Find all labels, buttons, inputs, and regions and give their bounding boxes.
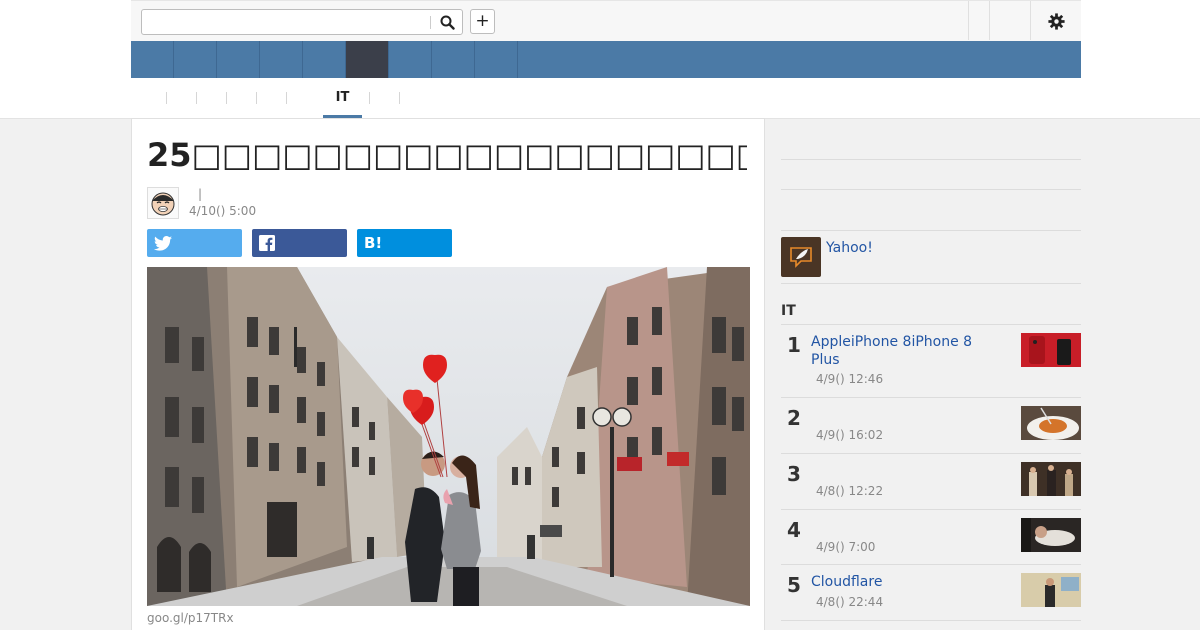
toolbar-divider — [989, 1, 990, 40]
nav-item[interactable] — [389, 41, 432, 78]
avatar-face-icon — [151, 192, 175, 216]
subtab[interactable] — [257, 78, 286, 119]
hatena-bookmark-button[interactable]: B! — [357, 229, 452, 257]
top-toolbar: + — [131, 0, 1081, 41]
nav-item[interactable] — [174, 41, 217, 78]
photo-credit[interactable]: goo.gl/p17TRx — [147, 611, 234, 625]
subtab[interactable] — [370, 78, 399, 119]
sidebar-divider — [781, 189, 1081, 190]
author-avatar[interactable] — [147, 187, 179, 219]
search-divider — [430, 16, 431, 29]
quill-speech-icon — [790, 247, 812, 268]
article-panel: 25□□□□□□□□□□□□□□□□□□□□□□□□□□□□□□ | 4/10(… — [131, 118, 765, 630]
sidebar-divider — [781, 283, 1081, 284]
gear-icon — [1047, 12, 1065, 30]
rank-thumbnail[interactable] — [1021, 333, 1081, 367]
rank-thumbnail[interactable] — [1021, 406, 1081, 440]
search-box[interactable] — [141, 9, 463, 35]
article-photo — [147, 267, 750, 606]
nav-item[interactable] — [131, 41, 174, 78]
yahoo-author-icon[interactable] — [781, 237, 821, 277]
toolbar-divider — [1030, 1, 1031, 40]
article-title: 25□□□□□□□□□□□□□□□□□□□□□□□□□□□□□□ — [147, 136, 747, 174]
sidebar: Yahoo! IT 1 AppleiPhone 8iPhone 8 Plus 4… — [781, 118, 1081, 630]
rank-thumbnail[interactable] — [1021, 462, 1081, 496]
subtab[interactable] — [227, 78, 256, 119]
rank-thumbnail[interactable] — [1021, 573, 1081, 607]
search-input[interactable] — [146, 13, 426, 31]
rank-date: 4/8() 12:22 — [816, 484, 884, 498]
facebook-icon — [259, 235, 275, 251]
rank-date: 4/9() 12:46 — [816, 372, 884, 386]
ranking-heading: IT — [781, 303, 796, 319]
people-stage-thumbnail — [1021, 462, 1081, 496]
rank-number: 4 — [787, 518, 801, 542]
toolbar-divider — [968, 1, 969, 40]
facebook-share-button[interactable] — [252, 229, 347, 257]
rank-date: 4/8() 22:44 — [816, 595, 884, 609]
author-separator: | — [198, 187, 203, 201]
sleeping-person-thumbnail — [1021, 518, 1081, 552]
rank-number: 1 — [787, 333, 801, 357]
sidebar-divider — [781, 230, 1081, 231]
rank-number: 5 — [787, 573, 801, 597]
nav-item[interactable] — [217, 41, 260, 78]
subcategory-tabs: IT — [131, 78, 1081, 119]
add-button[interactable]: + — [470, 9, 495, 34]
rank-date: 4/9() 16:02 — [816, 428, 884, 442]
article-date: 4/10() 5:00 — [189, 204, 257, 218]
rank-title[interactable]: AppleiPhone 8iPhone 8 Plus — [811, 333, 991, 369]
sidebar-divider — [781, 397, 1081, 398]
tab-it[interactable]: IT — [323, 78, 362, 119]
sidebar-divider — [781, 324, 1081, 325]
nav-item[interactable] — [432, 41, 475, 78]
subtab[interactable] — [141, 78, 166, 119]
subtab-divider — [399, 92, 400, 104]
sidebar-divider — [781, 509, 1081, 510]
rank-thumbnail[interactable] — [1021, 518, 1081, 552]
pasta-dish-thumbnail — [1021, 406, 1081, 440]
subtab[interactable] — [197, 78, 226, 119]
street-couple-photo — [147, 267, 750, 606]
sidebar-divider — [781, 453, 1081, 454]
presenter-thumbnail — [1021, 573, 1081, 607]
nav-item[interactable] — [303, 41, 346, 78]
hatena-bookmark-label: B! — [364, 234, 383, 252]
nav-item-active[interactable] — [346, 41, 389, 78]
rank-number: 2 — [787, 406, 801, 430]
nav-item[interactable] — [475, 41, 518, 78]
settings-button[interactable] — [1041, 9, 1071, 33]
rank-number: 3 — [787, 462, 801, 486]
sidebar-divider — [781, 620, 1081, 621]
sidebar-divider — [781, 159, 1081, 160]
rank-date: 4/9() 7:00 — [816, 540, 876, 554]
subtab[interactable] — [167, 78, 196, 119]
red-iphone-thumbnail — [1021, 333, 1081, 367]
sidebar-divider — [781, 564, 1081, 565]
twitter-icon — [154, 235, 172, 251]
category-nav — [131, 41, 1081, 78]
search-button[interactable] — [436, 13, 458, 32]
twitter-share-button[interactable] — [147, 229, 242, 257]
subtab[interactable] — [287, 78, 317, 119]
yahoo-author-link[interactable]: Yahoo! — [826, 240, 873, 256]
search-icon — [440, 15, 455, 30]
rank-title[interactable]: Cloudflare — [811, 573, 991, 591]
nav-item[interactable] — [260, 41, 303, 78]
